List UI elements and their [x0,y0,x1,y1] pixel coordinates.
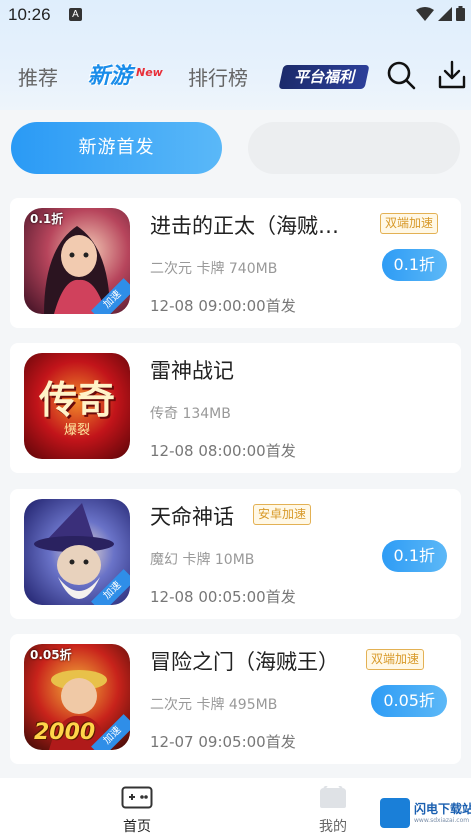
platform-welfare-button[interactable]: 平台福利 [278,65,370,89]
release-date: 12-08 08:00:00首发 [150,442,296,460]
watermark-url: www.sdxiazai.com [414,817,470,824]
game-icon: 0.05折 2000 加速 [24,644,130,750]
nav-home[interactable]: 首页 [112,786,162,836]
new-badge: New [136,66,163,79]
watermark-logo: 闪电下载站 www.sdxiazai.com [378,796,471,832]
bottom-nav: 首页 我的 闪电下载站 www.sdxiazai.com [0,778,471,840]
release-date: 12-08 00:05:00首发 [150,588,296,606]
platform-welfare-label: 平台福利 [293,68,354,86]
tab-new-game-launch[interactable]: 新游首发 [11,122,222,174]
game-meta: 二次元 卡牌 740MB [150,261,278,277]
game-icon: 加速 [24,499,130,605]
game-list-item[interactable]: 传奇 爆裂 雷神战记 传奇 134MB 12-08 08:00:00首发 [10,343,461,473]
accelerate-tag: 双端加速 [380,213,439,234]
accelerate-tag: 安卓加速 [253,504,312,525]
discount-button[interactable]: 0.1折 [381,540,447,572]
game-icon-subtitle: 爆裂 [63,423,90,438]
signal-icon [438,6,452,21]
game-title: 进击的正太（海贼… [150,214,339,238]
accelerate-tag: 双端加速 [366,649,425,670]
watermark-name: 闪电下载站 [414,802,471,816]
discount-corner-label: 0.05折 [30,648,72,662]
game-title: 冒险之门（海贼王） [150,650,339,674]
game-icon: 传奇 爆裂 [24,353,130,459]
tab-ranking[interactable]: 排行榜 [188,62,248,91]
status-time: 10:26 [8,5,51,24]
game-icon: 0.1折 加速 [24,208,130,314]
nav-home-label: 首页 [123,819,151,835]
profile-icon [320,785,346,808]
tab-secondary[interactable] [248,122,460,174]
game-icon-title: 传奇 [38,377,115,422]
sub-tabs: 新游首发 [0,120,471,178]
gamepad-icon [121,786,153,809]
game-title: 雷神战记 [150,359,234,383]
tab-recommend[interactable]: 推荐 [18,62,58,91]
discount-button[interactable]: 0.05折 [371,685,447,717]
game-list-item[interactable]: 0.1折 加速 进击的正太（海贼… 双端加速 二次元 卡牌 740MB 0.1折… [10,198,461,328]
nav-mine[interactable]: 我的 [308,785,358,836]
discount-button[interactable]: 0.1折 [381,249,447,281]
tab-new-games[interactable]: 新游 [88,58,132,90]
release-date: 12-08 09:00:00首发 [150,297,296,315]
game-list-item[interactable]: 0.05折 2000 加速 冒险之门（海贼王） 双端加速 二次元 卡牌 495M… [10,634,461,764]
game-list-item[interactable]: 加速 天命神话 安卓加速 魔幻 卡牌 10MB 0.1折 12-08 00:05… [10,489,461,619]
game-meta: 传奇 134MB [150,406,231,422]
status-bar: 10:26 A [0,0,471,30]
battery-icon [456,6,465,21]
watermark-icon [380,798,410,828]
game-icon-number: 2000 [34,720,96,745]
discount-corner-label: 0.1折 [30,212,64,226]
game-title: 天命神话 [150,505,234,529]
nav-mine-label: 我的 [319,819,347,835]
game-meta: 魔幻 卡牌 10MB [150,552,255,568]
game-meta: 二次元 卡牌 495MB [150,697,278,713]
wifi-icon [416,6,434,21]
search-icon[interactable] [386,60,416,90]
notification-icon: A [69,8,82,21]
download-icon[interactable] [438,60,466,90]
status-icons [416,6,465,21]
release-date: 12-07 09:05:00首发 [150,733,296,751]
top-nav: 推荐 新游 New 排行榜 平台福利 [0,56,471,96]
